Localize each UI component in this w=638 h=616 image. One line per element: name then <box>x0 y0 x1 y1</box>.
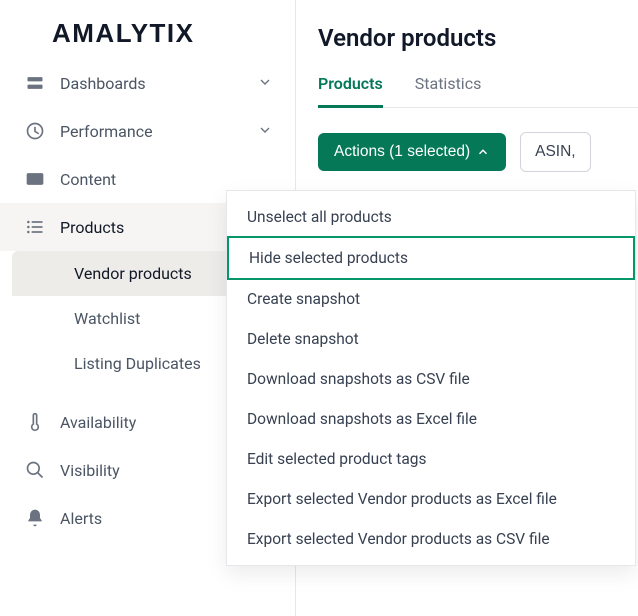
sidebar-label: Content <box>60 170 275 189</box>
tab-statistics[interactable]: Statistics <box>415 74 482 108</box>
tab-bar: Products Statistics <box>318 74 638 108</box>
toolbar: Actions (1 selected) ASIN, <box>318 132 638 172</box>
sidebar-item-performance[interactable]: Performance <box>0 107 295 155</box>
sidebar-sublabel: Vendor products <box>74 264 192 283</box>
chevron-down-icon <box>257 122 275 140</box>
chevron-down-icon <box>257 74 275 92</box>
main-content: Vendor products Products Statistics Acti… <box>296 0 638 616</box>
actions-dropdown-menu: Unselect all products Hide selected prod… <box>226 190 636 566</box>
brand-logo: AMALYTIX <box>0 0 295 59</box>
menu-unselect-all[interactable]: Unselect all products <box>227 197 635 237</box>
search-icon <box>24 459 46 481</box>
menu-download-csv[interactable]: Download snapshots as CSV file <box>227 359 635 399</box>
sidebar-item-dashboards[interactable]: Dashboards <box>0 59 295 107</box>
bell-icon <box>24 507 46 529</box>
dashboard-icon <box>24 72 46 94</box>
sidebar-sublabel: Listing Duplicates <box>74 354 201 373</box>
brand-text: AMALYTIX <box>52 18 195 48</box>
chevron-up-icon <box>476 145 490 159</box>
page-title: Vendor products <box>318 24 638 52</box>
menu-create-snapshot[interactable]: Create snapshot <box>227 279 635 319</box>
menu-download-excel[interactable]: Download snapshots as Excel file <box>227 399 635 439</box>
menu-export-excel[interactable]: Export selected Vendor products as Excel… <box>227 479 635 519</box>
menu-edit-tags[interactable]: Edit selected product tags <box>227 439 635 479</box>
list-icon <box>24 216 46 238</box>
gauge-icon <box>24 120 46 142</box>
menu-delete-snapshot[interactable]: Delete snapshot <box>227 319 635 359</box>
menu-export-csv[interactable]: Export selected Vendor products as CSV f… <box>227 519 635 559</box>
thermometer-icon <box>24 411 46 433</box>
tab-products[interactable]: Products <box>318 74 383 108</box>
card-icon <box>24 168 46 190</box>
actions-button-label: Actions (1 selected) <box>334 143 470 161</box>
actions-dropdown-button[interactable]: Actions (1 selected) <box>318 133 506 171</box>
sidebar-sublabel: Watchlist <box>74 309 140 328</box>
menu-hide-selected[interactable]: Hide selected products <box>227 236 635 280</box>
asin-filter-button[interactable]: ASIN, <box>520 132 590 172</box>
sidebar-label: Performance <box>60 122 257 141</box>
sidebar-label: Dashboards <box>60 74 257 93</box>
